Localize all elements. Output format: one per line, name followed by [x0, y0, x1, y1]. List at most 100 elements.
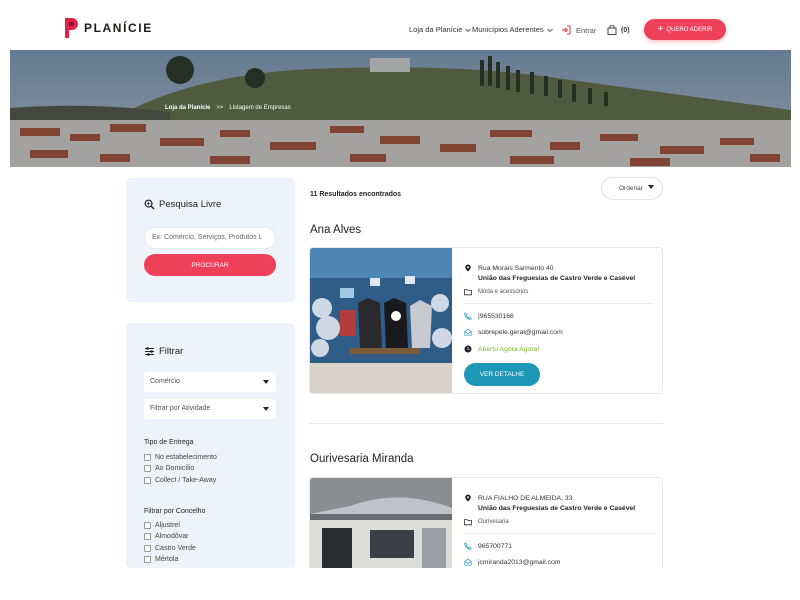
- chevron-down-icon: [546, 28, 553, 32]
- delivery-option-label: Ao Domicílio: [155, 465, 195, 472]
- brand-logo-mark-icon: [64, 17, 78, 39]
- breadcrumb-home[interactable]: Loja da Planície: [165, 105, 210, 111]
- search-button[interactable]: PROCURAR: [144, 254, 276, 276]
- caret-down-icon: [263, 407, 269, 411]
- caret-down-icon: [263, 380, 269, 384]
- activity-select-value: Filtrar por Atividade: [150, 405, 211, 412]
- checkbox[interactable]: [144, 477, 151, 484]
- top-navbar: PLANÍCIE Loja da Planície Municípios Ade…: [0, 0, 800, 50]
- shopping-bag-icon: [607, 25, 617, 35]
- map-pin-icon: [465, 264, 471, 272]
- category-text: Moda e acessórios: [478, 289, 529, 295]
- filter-title-text: Filtrar: [159, 346, 184, 357]
- checkbox[interactable]: [144, 454, 151, 461]
- search-title-text: Pesquisa Livre: [159, 199, 222, 210]
- search-panel: Pesquisa Livre Ex: Comércio, Serviços, P…: [126, 178, 295, 302]
- folder-icon: [464, 519, 472, 526]
- results-count: 11 Resultados encontrados: [310, 191, 402, 198]
- category-select[interactable]: Comércio: [144, 372, 276, 392]
- county-option-mertola[interactable]: Mértola: [144, 556, 178, 563]
- county-filter-title: Filtrar por Concelho: [144, 508, 206, 515]
- company-name[interactable]: Ourivesaria Miranda: [310, 453, 414, 465]
- county-option-label: Almodôvar: [155, 533, 189, 540]
- town-landscape-image: [10, 50, 791, 167]
- divider: [464, 533, 654, 534]
- category-row: Moda e acessórios: [464, 288, 528, 296]
- company-card: Rua Morais Sarmento 40 União das Fregues…: [309, 247, 663, 394]
- county-option-almodovar[interactable]: Almodôvar: [144, 533, 188, 540]
- delivery-option-takeaway[interactable]: Collect / Take-Away: [144, 477, 216, 484]
- county-option-label: Aljustrel: [155, 522, 180, 529]
- folder-icon: [464, 289, 472, 296]
- phone-row: 965700771: [464, 542, 512, 550]
- nav-municipios-aderentes[interactable]: Municípios Aderentes: [472, 25, 554, 34]
- search-icon: [144, 199, 155, 210]
- sort-dropdown[interactable]: Ordenar: [601, 177, 663, 200]
- checkbox[interactable]: [144, 556, 151, 563]
- search-panel-title: Pesquisa Livre: [144, 199, 221, 210]
- view-detail-button[interactable]: VER DETALHE: [464, 363, 540, 386]
- phone-text[interactable]: |965530166: [478, 313, 514, 320]
- delivery-option-in-store[interactable]: No estabelecimento: [144, 454, 217, 461]
- delivery-option-label: Collect / Take-Away: [155, 477, 217, 484]
- brand-logo[interactable]: PLANÍCIE: [64, 17, 153, 39]
- checkbox[interactable]: [144, 465, 151, 472]
- nav-municipios-label: Municípios Aderentes: [472, 25, 544, 34]
- brand-name: PLANÍCIE: [84, 21, 153, 35]
- divider: [464, 303, 654, 304]
- county-option-aljustrel[interactable]: Aljustrel: [144, 522, 180, 529]
- parish-text: União das Freguesias de Castro Verde e C…: [478, 275, 636, 282]
- category-row: Ourivesaria: [464, 518, 509, 526]
- email-row: sobrepele.geral@gmail.com: [464, 328, 563, 336]
- checkbox[interactable]: [144, 522, 151, 529]
- open-status-row: Aberto Agora Agora!: [464, 345, 539, 353]
- cart-button[interactable]: (0): [607, 25, 630, 35]
- checkbox[interactable]: [144, 545, 151, 552]
- signin-link[interactable]: Entrar: [561, 25, 596, 35]
- search-input[interactable]: Ex: Comércio, Serviços, Produtos L: [144, 227, 276, 249]
- delivery-option-label: No estabelecimento: [155, 454, 217, 461]
- shop-window-photo: [310, 248, 452, 393]
- filter-panel-title: Filtrar: [144, 346, 183, 357]
- email-row: jcmiranda2013@gmail.com: [464, 558, 560, 566]
- email-icon: [464, 328, 472, 336]
- join-button[interactable]: + QUERO ADERIR: [644, 19, 726, 40]
- email-icon: [464, 558, 472, 566]
- delivery-option-home[interactable]: Ao Domicílio: [144, 465, 194, 472]
- phone-icon: [464, 312, 472, 320]
- storefront-photo: [310, 478, 452, 568]
- signin-label: Entrar: [576, 25, 597, 35]
- sort-label: Ordenar: [619, 185, 643, 192]
- address-text: Rua Morais Sarmento 40: [478, 264, 554, 272]
- delivery-type-title: Tipo de Entrega: [144, 439, 194, 446]
- sign-in-icon: [562, 25, 571, 35]
- map-pin-icon: [465, 494, 471, 502]
- email-text[interactable]: sobrepele.geral@gmail.com: [478, 329, 563, 336]
- filter-icon: [145, 347, 154, 356]
- activity-select[interactable]: Filtrar por Atividade: [144, 399, 276, 419]
- hero-banner: Loja da Planície >> Listagem de Empresas: [10, 50, 791, 167]
- results-divider: [309, 423, 663, 424]
- email-text[interactable]: jcmiranda2013@gmail.com: [478, 559, 560, 566]
- breadcrumb: Loja da Planície >> Listagem de Empresas: [165, 105, 291, 111]
- checkbox[interactable]: [144, 533, 151, 540]
- phone-icon: [464, 542, 472, 550]
- nav-loja-planicie-label: Loja da Planície: [409, 25, 463, 34]
- nav-loja-planicie[interactable]: Loja da Planície: [409, 25, 472, 34]
- category-select-value: Comércio: [150, 378, 180, 385]
- cart-count: (0): [621, 26, 630, 34]
- county-option-label: Mértola: [155, 556, 179, 563]
- open-status-text: Aberto Agora Agora!: [478, 345, 540, 353]
- parish-text: União das Freguesias de Castro Verde e C…: [478, 505, 636, 512]
- address-row: Rua Morais Sarmento 40: [464, 264, 554, 272]
- join-button-label: QUERO ADERIR: [666, 26, 713, 33]
- breadcrumb-separator: >>: [216, 105, 224, 111]
- company-name[interactable]: Ana Alves: [310, 224, 361, 236]
- phone-text[interactable]: 965700771: [478, 543, 512, 550]
- address-row: RUA FIALHO DE ALMEIDA, 33: [464, 494, 572, 502]
- breadcrumb-current: Listagem de Empresas: [229, 105, 291, 111]
- caret-down-icon: [648, 185, 654, 189]
- county-option-castro-verde[interactable]: Castro Verde: [144, 545, 196, 552]
- phone-row: |965530166: [464, 312, 514, 320]
- address-text: RUA FIALHO DE ALMEIDA, 33: [478, 494, 573, 502]
